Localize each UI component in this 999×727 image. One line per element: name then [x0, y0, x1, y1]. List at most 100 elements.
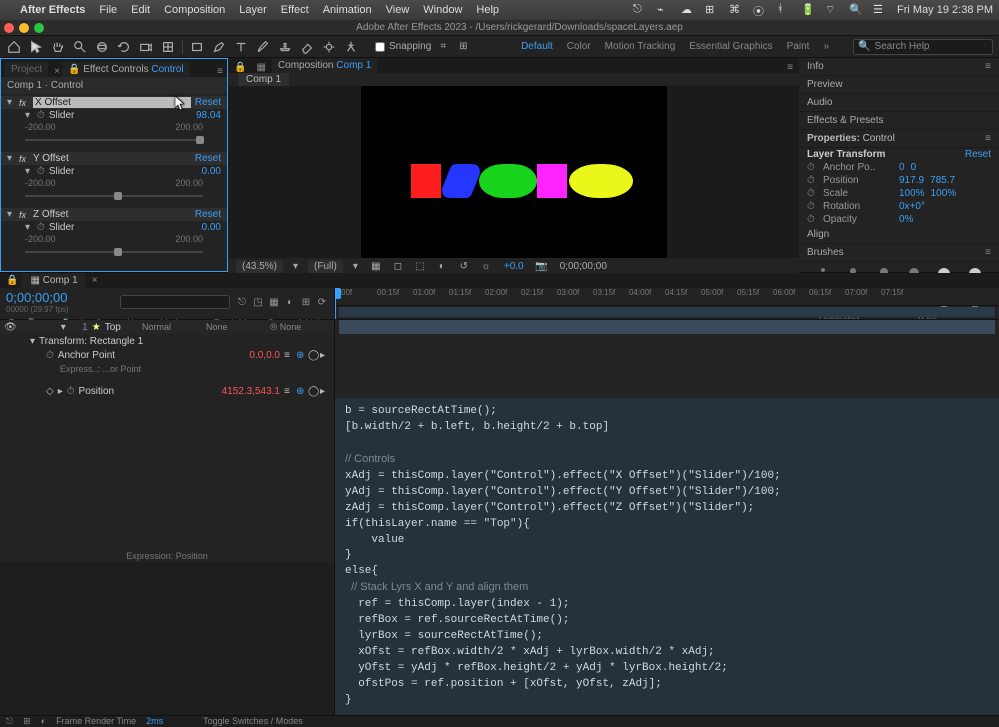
timeline-search[interactable] — [120, 295, 230, 309]
stopwatch-icon[interactable]: ⏱ — [807, 175, 817, 186]
audio-panel-header[interactable]: Audio — [799, 94, 999, 112]
menu-file[interactable]: File — [99, 4, 117, 16]
menubar-clock[interactable]: Fri May 19 2:38 PM — [897, 4, 993, 16]
time-ruler[interactable]: 00f00:15f01:00f01:15f02:00f02:15f03:00f0… — [335, 288, 999, 306]
hand-tool[interactable] — [50, 39, 66, 55]
playhead[interactable] — [335, 288, 336, 319]
ruler-tick[interactable]: 04:15f — [665, 288, 701, 305]
snap-opt-icon[interactable]: ⌗ — [435, 39, 451, 55]
spotlight-icon[interactable]: 🔍 — [849, 3, 863, 17]
help-search[interactable]: 🔍 Search Help — [853, 39, 993, 55]
stopwatch-icon[interactable]: ⏱ — [807, 188, 817, 199]
ruler-tick[interactable]: 01:00f — [413, 288, 449, 305]
effects-presets-header[interactable]: Effects & Presets — [799, 112, 999, 130]
tl-icon[interactable]: ⊞ — [300, 296, 312, 308]
home-button[interactable] — [6, 39, 22, 55]
tl-icon[interactable]: ⎋ — [236, 296, 248, 308]
layer-bar[interactable] — [339, 320, 995, 334]
viewer-lock-icon[interactable]: 🔒 — [234, 62, 246, 73]
slider-property[interactable]: ▾ ⏱ Slider 0.00 — [1, 221, 227, 234]
app-name[interactable]: After Effects — [20, 4, 85, 16]
ruler-tick[interactable]: 07:15f — [881, 288, 917, 305]
transform-rotation[interactable]: ⏱ Rotation 0x+0° — [799, 200, 999, 213]
tl-footer-icon[interactable]: ◐ — [41, 716, 46, 726]
menu-composition[interactable]: Composition — [164, 4, 225, 16]
menubar-icon[interactable]: ⌁ — [657, 3, 671, 17]
bluetooth-icon[interactable]: ᚼ — [777, 3, 791, 17]
brush-tool[interactable] — [255, 39, 271, 55]
slider-property[interactable]: ▾ ⏱ Slider 98.04 — [1, 109, 227, 122]
pen-tool[interactable] — [211, 39, 227, 55]
menu-effect[interactable]: Effect — [281, 4, 309, 16]
reset-exposure-icon[interactable]: ↺ — [456, 258, 472, 274]
snap-opt-icon[interactable]: ⊞ — [455, 39, 471, 55]
anchor-point-prop[interactable]: ⏱ Anchor Point 0.0,0.0 ≡⊕◯▸ — [0, 348, 334, 362]
composition-tab[interactable]: Composition Comp 1 — [272, 58, 377, 73]
transform-position[interactable]: ⏱ Position 917.9785.7 — [799, 174, 999, 187]
stopwatch-icon[interactable]: ⏱ — [37, 166, 45, 177]
twirl-icon[interactable]: ▾ — [25, 166, 33, 177]
effect-x-offset[interactable]: ▾ fx X Offset Reset — [1, 96, 227, 109]
effect-name[interactable]: Z Offset — [33, 209, 191, 220]
align-panel-header[interactable]: Align — [799, 226, 999, 244]
effect-reset[interactable]: Reset — [195, 97, 221, 108]
comp-nested-tab[interactable]: Comp 1 — [238, 73, 289, 86]
toggle-switches-modes[interactable]: Toggle Switches / Modes — [203, 716, 303, 726]
menu-window[interactable]: Window — [423, 4, 462, 16]
mag-dropdown-icon[interactable]: ▾ — [293, 261, 298, 272]
tl-icon[interactable]: ▦ — [268, 296, 280, 308]
ruler-tick[interactable]: 07:00f — [845, 288, 881, 305]
expression-controls[interactable]: ≡⊕◯▸ — [284, 386, 330, 396]
ruler-tick[interactable]: 05:15f — [737, 288, 773, 305]
transform-group[interactable]: ▾Transform: Rectangle 1 — [0, 334, 334, 348]
shape-yellow-ellipse[interactable] — [569, 164, 633, 198]
menubar-icon[interactable]: ⊞ — [705, 3, 719, 17]
stopwatch-icon[interactable]: ⏱ — [37, 222, 45, 233]
stopwatch-icon[interactable]: ⏱ — [807, 201, 817, 212]
menu-help[interactable]: Help — [476, 4, 499, 16]
snapping-checkbox[interactable] — [375, 42, 385, 52]
tl-icon[interactable]: ⟳ — [316, 296, 328, 308]
lock-icon[interactable]: 🔒 — [68, 64, 80, 75]
timeline-lock-icon[interactable]: 🔒 — [6, 275, 18, 286]
snapshot-icon[interactable]: 📷 — [534, 258, 550, 274]
ruler-tick[interactable]: 00f — [341, 288, 377, 305]
window-minimize-button[interactable] — [19, 23, 29, 33]
window-close-button[interactable] — [4, 23, 14, 33]
tl-icon[interactable]: ◐ — [284, 296, 296, 308]
layer-row-1[interactable]: 👁 ▾ 1 ★ Top Normal None ⦾ None — [0, 320, 334, 334]
ruler-tick[interactable]: 04:00f — [629, 288, 665, 305]
panel-menu-icon[interactable]: ≡ — [217, 66, 223, 77]
menu-animation[interactable]: Animation — [323, 4, 372, 16]
rotation-tool[interactable] — [116, 39, 132, 55]
effect-y-offset[interactable]: ▾ fx Y Offset Reset — [1, 152, 227, 165]
workspace-color[interactable]: Color — [567, 41, 591, 52]
workspace-paint[interactable]: Paint — [787, 41, 810, 52]
tab-close-icon[interactable]: × — [54, 66, 60, 77]
ruler-tick[interactable]: 03:15f — [593, 288, 629, 305]
menubar-icon[interactable]: ☁ — [681, 3, 695, 17]
stopwatch-icon[interactable]: ⏱ — [807, 214, 817, 225]
effect-name[interactable]: X Offset — [33, 97, 191, 108]
transparency-grid-icon[interactable]: ▦ — [368, 258, 384, 274]
transform-anchorpo[interactable]: ⏱ Anchor Po.. 00 — [799, 161, 999, 174]
slider-property[interactable]: ▾ ⏱ Slider 0.00 — [1, 165, 227, 178]
eraser-tool[interactable] — [299, 39, 315, 55]
window-zoom-button[interactable] — [34, 23, 44, 33]
comp-canvas[interactable] — [361, 86, 667, 258]
exposure-value[interactable]: +0.0 — [504, 261, 524, 272]
tl-footer-icon[interactable]: ⎋ — [6, 716, 13, 727]
workspace-essential-graphics[interactable]: Essential Graphics — [689, 41, 772, 52]
workspace-motion-tracking[interactable]: Motion Tracking — [605, 41, 676, 52]
roto-brush-tool[interactable] — [321, 39, 337, 55]
ruler-tick[interactable]: 02:15f — [521, 288, 557, 305]
resolution-menu[interactable]: (Full) — [308, 260, 343, 273]
eye-toggle[interactable]: 👁 — [4, 322, 17, 333]
twirl-icon[interactable]: ▾ — [7, 153, 15, 164]
workspace-overflow[interactable]: » — [823, 41, 829, 52]
twirl-icon[interactable]: ▾ — [61, 322, 66, 333]
shape-blue-parallelogram[interactable] — [438, 164, 484, 198]
current-time[interactable]: 0;00;00;00 — [560, 261, 607, 272]
region-of-interest-icon[interactable]: ⬚ — [412, 258, 428, 274]
transform-scale[interactable]: ⏱ Scale 100%100% — [799, 187, 999, 200]
